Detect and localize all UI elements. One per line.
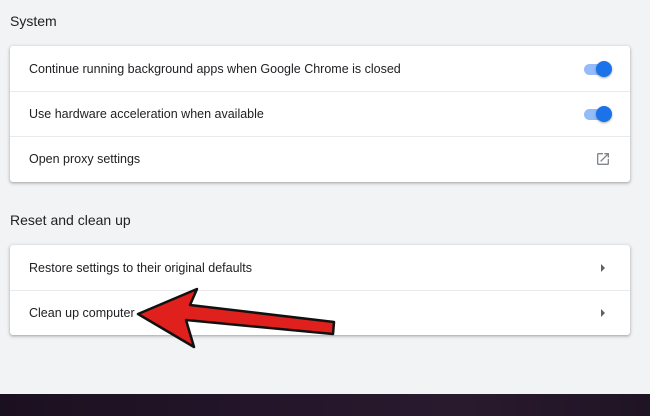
setting-label-restore-defaults: Restore settings to their original defau… [29, 260, 253, 275]
setting-row-restore-defaults[interactable]: Restore settings to their original defau… [10, 245, 630, 290]
setting-row-proxy[interactable]: Open proxy settings [10, 136, 630, 181]
reset-card: Restore settings to their original defau… [10, 245, 630, 335]
system-card: Continue running background apps when Go… [10, 46, 630, 182]
settings-page: System Continue running background apps … [0, 0, 650, 394]
background-apps-toggle[interactable] [584, 60, 612, 77]
setting-row-background-apps[interactable]: Continue running background apps when Go… [10, 46, 630, 91]
bottom-dark-strip [0, 394, 650, 416]
section-title-reset: Reset and clean up [10, 212, 131, 228]
setting-row-hardware-acceleration[interactable]: Use hardware acceleration when available [10, 91, 630, 136]
setting-label-hardware-acceleration: Use hardware acceleration when available [29, 107, 264, 121]
setting-label-clean-up-computer: Clean up computer [29, 306, 135, 320]
setting-label-background-apps: Continue running background apps when Go… [29, 61, 401, 76]
external-link-icon[interactable] [594, 150, 612, 168]
toggle-knob [596, 106, 612, 122]
chevron-right-icon [596, 306, 610, 320]
section-title-system: System [10, 13, 57, 29]
toggle-knob [596, 60, 612, 77]
chevron-right-icon [596, 261, 610, 275]
setting-row-clean-up-computer[interactable]: Clean up computer [10, 290, 630, 335]
hardware-acceleration-toggle[interactable] [584, 106, 612, 122]
setting-label-proxy: Open proxy settings [29, 152, 141, 166]
